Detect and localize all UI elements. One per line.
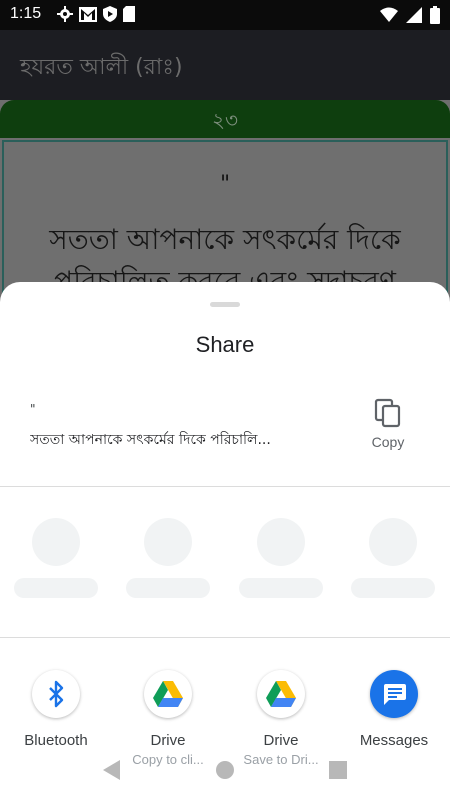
- placeholder-avatar: [257, 518, 305, 566]
- drag-handle[interactable]: [210, 302, 240, 307]
- direct-share-placeholder: [239, 518, 323, 608]
- share-preview-text: সততা আপনাকে সৎকর্মের দিকে পরিচালি...: [30, 432, 271, 448]
- quote-number-bar: ২৩: [0, 100, 450, 138]
- share-target-label: Drive: [263, 732, 299, 749]
- google-drive-icon: [257, 670, 305, 718]
- share-target-label: Messages: [359, 732, 429, 749]
- battery-icon: [430, 6, 440, 24]
- placeholder-label: [14, 578, 98, 598]
- sd-card-icon: [123, 6, 135, 22]
- direct-share-placeholder: [14, 518, 98, 608]
- bluetooth-icon: [32, 670, 80, 718]
- share-target-label: Bluetooth: [24, 732, 88, 749]
- home-icon[interactable]: [213, 758, 237, 782]
- wifi-icon: [380, 7, 398, 22]
- system-nav-bar: [0, 748, 450, 800]
- app-title: হযরত আলী (রাঃ): [20, 55, 183, 80]
- divider: [0, 637, 450, 638]
- status-system-icons: [380, 6, 440, 24]
- direct-share-placeholder: [126, 518, 210, 608]
- copy-button[interactable]: Copy: [358, 394, 418, 454]
- share-sheet: Share " সততা আপনাকে সৎকর্মের দিকে পরিচাল…: [0, 282, 450, 800]
- status-notification-icons: [57, 6, 135, 22]
- divider: [0, 486, 450, 487]
- direct-share-placeholders: [0, 518, 450, 608]
- quote-number: ২৩: [211, 108, 238, 132]
- direct-share-placeholder: [351, 518, 435, 608]
- google-drive-icon: [144, 670, 192, 718]
- app-toolbar: হযরত আলী (রাঃ): [0, 30, 450, 100]
- placeholder-label: [126, 578, 210, 598]
- shield-icon: [103, 6, 117, 22]
- placeholder-label: [239, 578, 323, 598]
- copy-icon: [374, 398, 401, 428]
- status-time: 1:15: [10, 5, 42, 22]
- share-target-label: Drive: [150, 732, 186, 749]
- share-sheet-title: Share: [195, 332, 255, 357]
- status-bar: 1:15: [0, 0, 450, 30]
- placeholder-label: [351, 578, 435, 598]
- placeholder-avatar: [369, 518, 417, 566]
- quote-mark: ": [219, 172, 231, 197]
- share-preview-quote: ": [30, 402, 36, 416]
- gmail-icon: [79, 6, 97, 22]
- placeholder-avatar: [144, 518, 192, 566]
- recents-icon[interactable]: [326, 758, 350, 782]
- quote-line: সততা আপনাকে সৎকর্মের দিকে: [49, 223, 401, 256]
- messages-icon: [370, 670, 418, 718]
- back-icon[interactable]: [100, 758, 124, 782]
- signal-icon: [406, 7, 422, 23]
- placeholder-avatar: [32, 518, 80, 566]
- copy-label: Copy: [371, 434, 405, 450]
- settings-icon: [57, 6, 73, 22]
